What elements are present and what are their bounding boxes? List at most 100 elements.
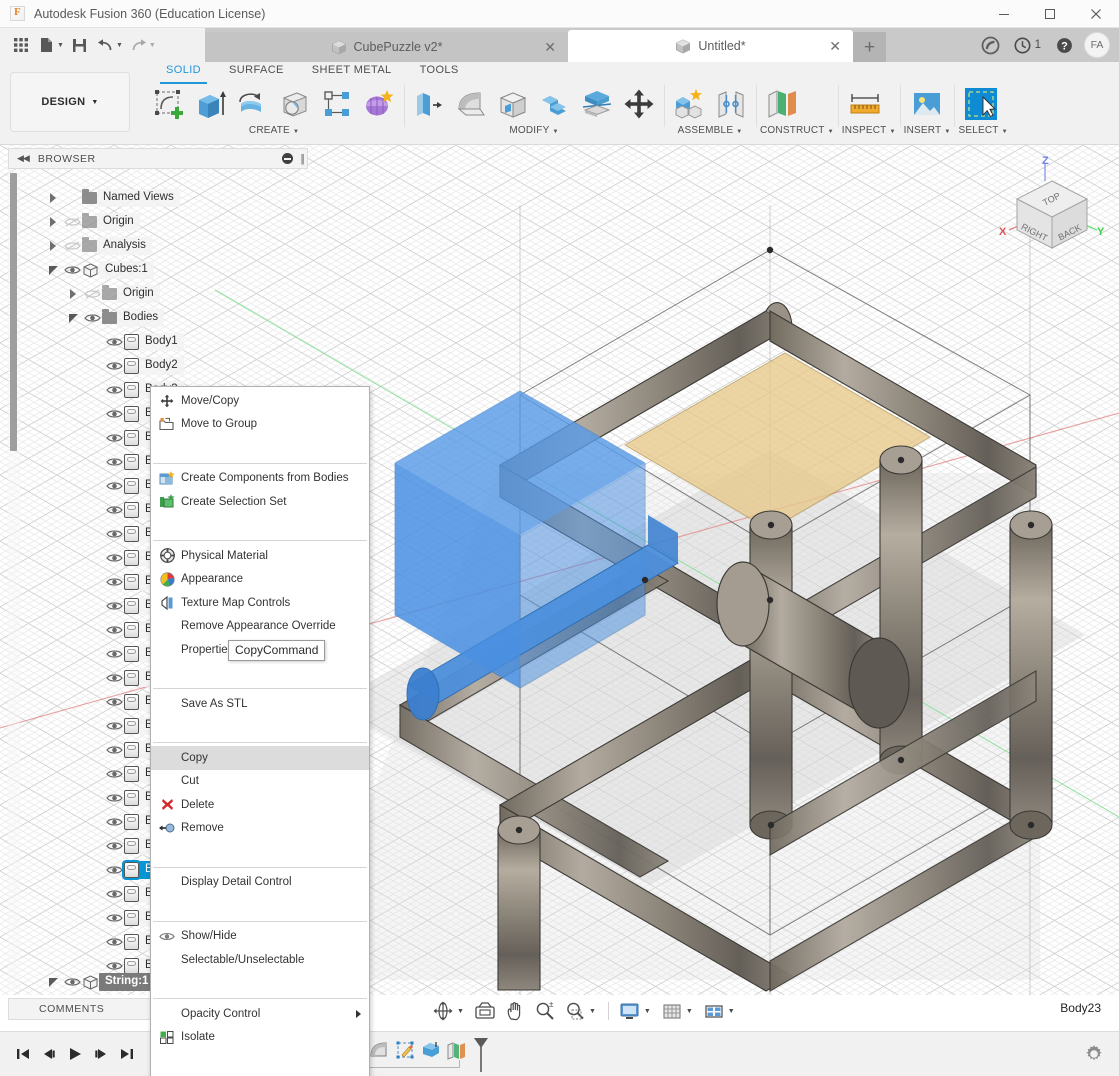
eye-on-icon[interactable] (104, 789, 124, 807)
tree-row-body[interactable]: Body2 (104, 354, 184, 378)
context-menu-item[interactable]: Texture Map Controls (151, 591, 369, 615)
undo-dropdown-icon[interactable]: ▼ (116, 42, 123, 49)
grid-snaps-button[interactable]: ▼ (657, 997, 699, 1025)
zoom-button[interactable]: ± (530, 997, 560, 1025)
shell-icon[interactable] (492, 83, 534, 125)
context-menu-item[interactable] (151, 662, 369, 686)
pan-button[interactable] (500, 997, 530, 1025)
expander-right-icon[interactable] (64, 285, 82, 303)
display-settings-icon[interactable] (617, 998, 643, 1024)
viewports-button[interactable]: ▼ (699, 997, 741, 1025)
tree-row-origin-child[interactable]: Origin (64, 282, 160, 306)
offset-plane-icon[interactable] (760, 83, 806, 125)
new-document-dropdown-icon[interactable]: ▼ (57, 42, 64, 49)
eye-on-icon[interactable] (104, 333, 124, 351)
tree-row-bodies[interactable]: Bodies (64, 306, 164, 330)
pattern-icon[interactable] (316, 83, 358, 125)
eye-on-icon[interactable] (104, 909, 124, 927)
combine-icon[interactable] (534, 83, 576, 125)
select-window-icon[interactable] (958, 83, 1004, 125)
eye-on-icon[interactable] (104, 621, 124, 639)
tab-close-icon[interactable]: ✕ (544, 40, 556, 54)
tree-row-cubes[interactable]: Cubes:1 (44, 258, 154, 282)
eye-on-icon[interactable] (104, 765, 124, 783)
viewports-dropdown-icon[interactable]: ▼ (728, 1008, 735, 1015)
data-panel-icon[interactable] (975, 29, 1007, 61)
orbit-icon[interactable] (430, 998, 456, 1024)
tree-row-named-views[interactable]: Named Views (44, 186, 180, 210)
split-face-icon[interactable] (576, 83, 618, 125)
panel-label-select[interactable]: SELECT▼ (958, 125, 1007, 136)
context-menu-item[interactable] (151, 716, 369, 740)
browser-resize-grip[interactable]: ||| (300, 153, 303, 165)
context-menu-item[interactable] (151, 894, 369, 918)
eye-on-icon[interactable] (104, 405, 124, 423)
go-to-end-icon[interactable] (114, 1039, 140, 1069)
zoom-window-button[interactable]: ▼ (560, 997, 602, 1025)
eye-on-icon[interactable] (104, 693, 124, 711)
look-at-icon[interactable] (472, 998, 498, 1024)
context-menu-item[interactable]: Isolate (151, 1026, 369, 1050)
timeline-marker-icon[interactable] (472, 1036, 490, 1074)
new-tab-button[interactable]: + (853, 32, 886, 62)
move-copy-icon[interactable] (618, 83, 660, 125)
eye-on-icon[interactable] (104, 525, 124, 543)
context-menu-item[interactable]: Move to Group (151, 413, 369, 437)
viewports-icon[interactable] (701, 998, 727, 1024)
panel-label-insert[interactable]: INSERT▼ (904, 125, 951, 136)
document-tab-cubepuzzle[interactable]: CubePuzzle v2* ✕ (205, 32, 568, 62)
context-menu-item[interactable] (151, 514, 369, 538)
expander-right-icon[interactable] (44, 237, 62, 255)
context-menu-item[interactable]: Move/Copy (151, 389, 369, 413)
eye-on-icon[interactable] (62, 261, 82, 279)
browser-collapse-icon[interactable] (282, 153, 293, 164)
eye-on-icon[interactable] (104, 885, 124, 903)
zoom-window-dropdown-icon[interactable]: ▼ (589, 1008, 596, 1015)
expander-down-icon[interactable] (44, 261, 62, 279)
eye-on-icon[interactable] (104, 357, 124, 375)
revolve-icon[interactable] (232, 83, 274, 125)
context-menu-item[interactable]: Save As STL (151, 692, 369, 716)
eye-on-icon[interactable] (104, 453, 124, 471)
gear-icon[interactable] (1081, 1041, 1107, 1067)
insert-image-icon[interactable] (904, 83, 950, 125)
maximize-button[interactable] (1027, 0, 1073, 28)
context-menu-item[interactable]: Cut (151, 770, 369, 794)
extrude-icon[interactable] (190, 83, 232, 125)
step-forward-icon[interactable] (88, 1039, 114, 1069)
workspace-selector[interactable]: DESIGN▼ (10, 72, 130, 132)
eye-off-icon[interactable] (62, 213, 82, 231)
panel-label-create[interactable]: CREATE▼ (148, 125, 400, 136)
redo-dropdown-icon[interactable]: ▼ (149, 42, 156, 49)
fillet-icon[interactable] (450, 83, 492, 125)
orbit-dropdown-icon[interactable]: ▼ (457, 1008, 464, 1015)
context-menu-item[interactable] (151, 840, 369, 864)
orbit-button[interactable]: ▼ (428, 997, 470, 1025)
eye-on-icon[interactable] (104, 501, 124, 519)
context-menu-item[interactable] (151, 1049, 369, 1073)
view-cube[interactable]: Z X Y TOP RIGHT BACK (993, 155, 1111, 260)
tree-row-origin-root[interactable]: Origin (44, 210, 140, 234)
context-menu-item[interactable]: Opacity Control (151, 1002, 369, 1026)
expander-down-icon[interactable] (64, 309, 82, 327)
eye-on-icon[interactable] (104, 597, 124, 615)
close-button[interactable] (1073, 0, 1119, 28)
browser-scrollbar[interactable] (8, 170, 20, 990)
context-menu-item[interactable]: Create Selection Set (151, 490, 369, 514)
eye-on-icon[interactable] (104, 429, 124, 447)
eye-on-icon[interactable] (82, 309, 102, 327)
look-at-button[interactable] (470, 997, 500, 1025)
expander-down-icon[interactable] (44, 973, 62, 991)
tab-tools[interactable]: TOOLS (406, 64, 473, 82)
context-menu-item[interactable] (151, 436, 369, 460)
create-sketch-icon[interactable] (148, 83, 190, 125)
eye-on-icon[interactable] (104, 717, 124, 735)
panel-label-modify[interactable]: MODIFY▼ (408, 125, 660, 136)
eye-on-icon[interactable] (104, 573, 124, 591)
context-menu-item[interactable]: Display Detail Control (151, 871, 369, 895)
measure-icon[interactable] (842, 83, 888, 125)
panel-label-inspect[interactable]: INSPECT▼ (842, 125, 896, 136)
context-menu-item[interactable]: Create Components from Bodies (151, 467, 369, 491)
context-menu-item[interactable]: Show/Hide (151, 925, 369, 949)
eye-on-icon[interactable] (104, 837, 124, 855)
